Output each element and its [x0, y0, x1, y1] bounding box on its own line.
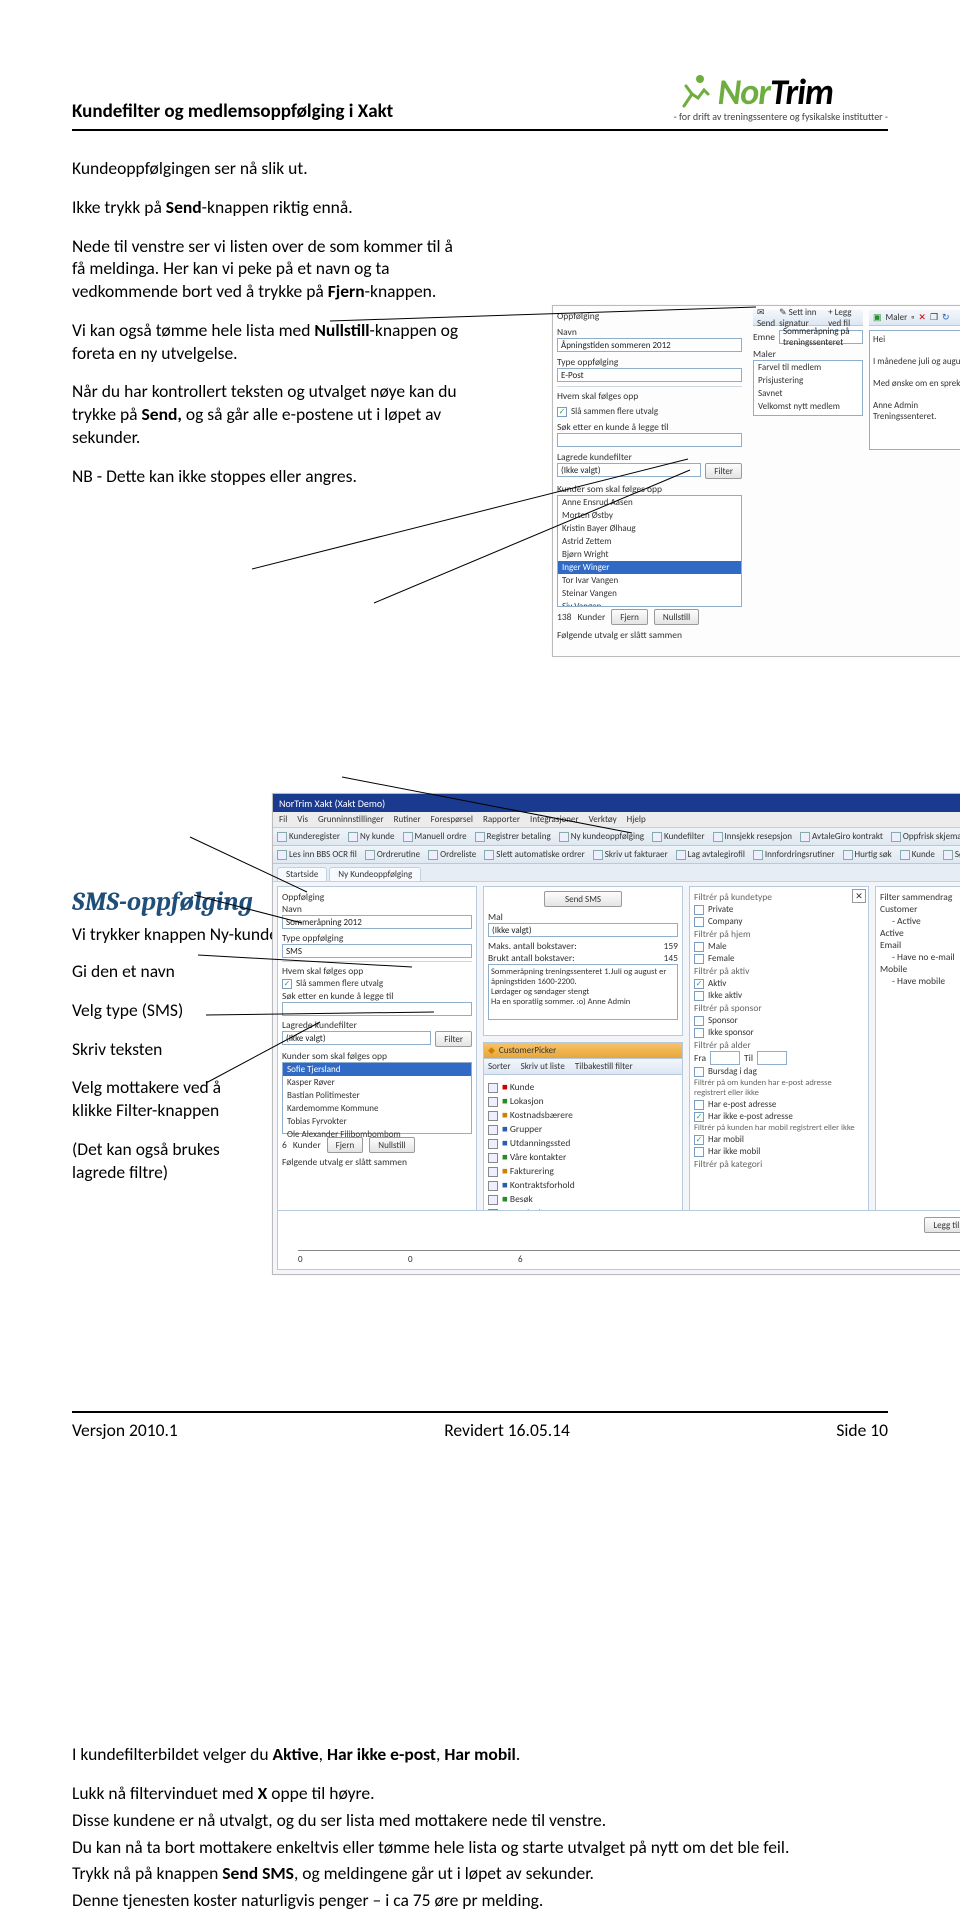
- sms-step-2: Velg type (SMS): [72, 999, 222, 1022]
- para-3: Nede til venstre ser vi listen over de s…: [72, 235, 462, 303]
- page-header: Kundefilter og medlemsoppfølging i Xakt …: [72, 70, 888, 131]
- field-mal[interactable]: (Ikke valgt): [488, 923, 678, 937]
- footer-revised: Revidert 16.05.14: [444, 1419, 570, 1441]
- bottom-p4: Du kan nå ta bort mottakere enkeltvis el…: [72, 1836, 888, 1859]
- field-type-2[interactable]: SMS: [282, 944, 472, 958]
- toolbar-1[interactable]: KunderegisterNy kundeManuell ordreRegist…: [273, 828, 960, 846]
- sms-body[interactable]: Sommeråpning treningssenteret 1.Juli og …: [488, 964, 678, 1020]
- action-bar: ✉ Send ✎ Sett inn signatur + Legg ved fi…: [753, 310, 863, 326]
- chk-sla-sammen[interactable]: ✓Slå sammen flere utvalg: [557, 406, 742, 417]
- label-maler: Maler: [753, 348, 863, 360]
- doc-title: Kundefilter og medlemsoppfølging i Xakt: [72, 100, 393, 123]
- nullstill-button[interactable]: Nullstill: [654, 609, 699, 625]
- field-sok-2[interactable]: [282, 1002, 472, 1016]
- para-1: Kundeoppfølgingen ser nå slik ut.: [72, 157, 462, 180]
- chk-aktiv[interactable]: ✓Aktiv: [694, 978, 864, 989]
- send-button[interactable]: ✉ Send: [757, 307, 775, 329]
- axis-bar: 0 0 6 Legg til signatur: [277, 1210, 960, 1270]
- count: 138: [557, 611, 571, 623]
- picker-toolbar[interactable]: SorterSkriv ut listeTilbakestill filter: [484, 1059, 682, 1075]
- nullstill-button-2[interactable]: Nullstill: [369, 1137, 414, 1153]
- panel-summary: Filter sammendrag Customer- ActiveActive…: [875, 886, 960, 1216]
- panel-picker: ◆ CustomerPicker SorterSkriv ut listeTil…: [483, 1042, 683, 1216]
- brand-name: NorTrim: [718, 70, 833, 114]
- refresh-icon[interactable]: ↻: [942, 312, 950, 323]
- field-sok[interactable]: [557, 433, 742, 447]
- bottom-p2: Lukk nå filtervinduet med X oppe til høy…: [72, 1782, 888, 1805]
- window-titlebar: NorTrim Xakt (Xakt Demo): [273, 794, 960, 812]
- label-sok: Søk etter en kunde å legge til: [557, 421, 742, 433]
- bottom-p5: Trykk nå på knappen Send SMS, og melding…: [72, 1862, 888, 1885]
- delete-icon[interactable]: ✕: [918, 312, 926, 323]
- email-body[interactable]: Hei I månedene juli og august i år vi Me…: [869, 330, 960, 450]
- label-lagrede: Lagrede kundefilter: [557, 451, 742, 463]
- para-5: Når du har kontrollert teksten og utvalg…: [72, 380, 462, 448]
- page-footer: Versjon 2010.1 Revidert 16.05.14 Side 10: [72, 1411, 888, 1441]
- field-lagrede-2[interactable]: (Ikke valgt): [282, 1031, 431, 1045]
- chk-har-ikke-epost[interactable]: ✓Har ikke e-post adresse: [694, 1111, 864, 1122]
- para-4: Vi kan også tømme hele lista med Nullsti…: [72, 319, 462, 365]
- footer-page: Side 10: [836, 1419, 888, 1441]
- sms-step-4: Velg mottakere ved å klikke Filter-knapp…: [72, 1076, 222, 1122]
- jogger-icon: [674, 72, 714, 112]
- maler-head: ▣Maler ▫ ✕ ❐ ↻: [869, 310, 960, 326]
- panel-filter: ✕ Filtrér på kundetype Private Company F…: [689, 886, 869, 1216]
- close-button[interactable]: ✕: [852, 889, 866, 903]
- label-type: Type oppfølging: [557, 356, 742, 368]
- bottom-p3: Disse kundene er nå utvalgt, og du ser l…: [72, 1809, 888, 1832]
- bottom-p6: Denne tjenesten koster naturligvis penge…: [72, 1889, 888, 1912]
- picker-list[interactable]: ■ Kunde■ Lokasjon■ Kostnadsbærere■ Grupp…: [484, 1075, 682, 1225]
- maler-list[interactable]: Farvel til medlemPrisjusteringSavnetVelk…: [753, 360, 863, 416]
- copy-icon[interactable]: ❐: [930, 312, 938, 323]
- sms-step-5: (Det kan også brukes lagrede filtre): [72, 1138, 222, 1184]
- legg-signatur[interactable]: Legg til signatur: [924, 1217, 960, 1233]
- tabstrip[interactable]: StartsideNy Kundeoppfølging: [273, 864, 960, 882]
- screenshot-epost-oppfolging: Oppfølging Navn Åpningstiden sommeren 20…: [552, 305, 960, 657]
- label-navn: Navn: [557, 326, 742, 338]
- field-navn[interactable]: Åpningstiden sommeren 2012: [557, 338, 742, 352]
- para-2: Ikke trykk på Send-knappen riktig ennå.: [72, 196, 462, 219]
- bottom-p1: I kundefilterbildet velger du Aktive, Ha…: [72, 1743, 888, 1766]
- count-label: Kunder: [577, 611, 605, 623]
- chk-har-mobil[interactable]: ✓Har mobil: [694, 1134, 864, 1145]
- panel-oppfolging: Oppfølging Navn Sommeråpning 2012 Type o…: [277, 886, 477, 1216]
- field-type[interactable]: E-Post: [557, 368, 742, 382]
- panel-sms: Send SMS Mal (Ikke valgt) Maks. antall b…: [483, 886, 683, 1036]
- menubar[interactable]: FilVisGrunninnstillingerRutinerForespørs…: [273, 812, 960, 828]
- fjern-button[interactable]: Fjern: [611, 609, 648, 625]
- fjern-button-2[interactable]: Fjern: [327, 1137, 364, 1153]
- slatt-sammen: Følgende utvalg er slått sammen: [557, 629, 742, 641]
- label-emne: Emne: [753, 331, 775, 343]
- field-lagrede[interactable]: (Ikke valgt): [557, 463, 701, 477]
- footer-version: Versjon 2010.1: [72, 1419, 178, 1441]
- chk-sla-2[interactable]: ✓Slå sammen flere utvalg: [282, 978, 472, 989]
- label-kunder: Kunder som skal følges opp: [557, 483, 742, 495]
- sms-step-3: Skriv teksten: [72, 1038, 222, 1061]
- filter-button[interactable]: Filter: [705, 463, 742, 479]
- brand-block: NorTrim - for drift av treningssentere o…: [674, 70, 888, 123]
- filter-button-2[interactable]: Filter: [435, 1031, 472, 1047]
- sms-step-1: Gi den et navn: [72, 960, 222, 983]
- picker-icon: ◆: [488, 1045, 495, 1056]
- label-hvem: Hvem skal følges opp: [557, 390, 742, 402]
- list-kunder-2[interactable]: Sofie TjerslandKasper RøverBastian Polit…: [282, 1062, 472, 1134]
- para-6: NB - Dette kan ikke stoppes eller angres…: [72, 465, 462, 488]
- label-oppfolging: Oppfølging: [557, 310, 742, 322]
- field-navn-2[interactable]: Sommeråpning 2012: [282, 915, 472, 929]
- new-icon[interactable]: ▫: [911, 312, 914, 323]
- list-kunder[interactable]: Anne Ensrud AasenMorten ØstbyKristin Bay…: [557, 495, 742, 607]
- send-sms-button[interactable]: Send SMS: [544, 891, 622, 907]
- screenshot-sms-oppfolging: NorTrim Xakt (Xakt Demo) FilVisGrunninns…: [272, 793, 960, 1275]
- toolbar-2[interactable]: Les inn BBS OCR filOrdrerutineOrdreliste…: [273, 846, 960, 864]
- field-emne[interactable]: Sommeråpning på treningssenteret: [779, 330, 863, 344]
